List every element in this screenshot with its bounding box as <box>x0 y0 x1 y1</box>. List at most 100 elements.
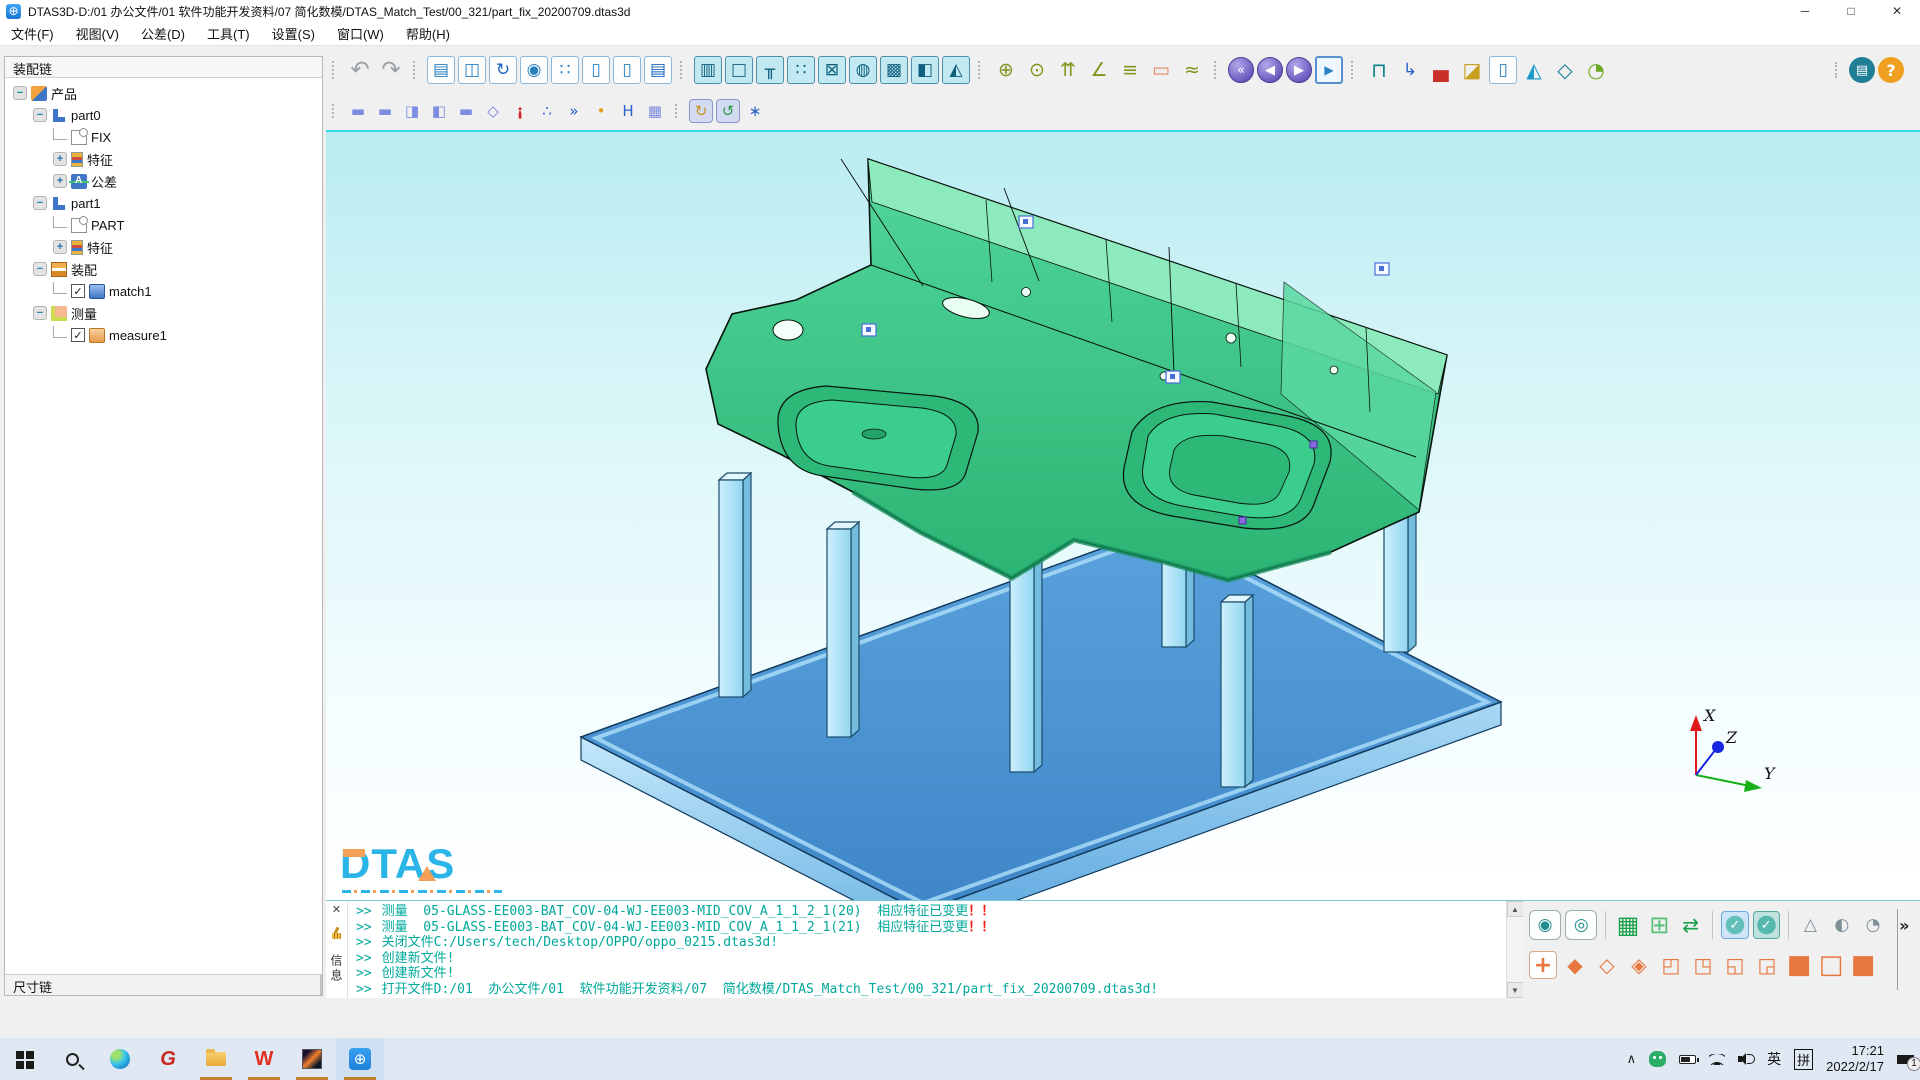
taskbar-gindows-button[interactable]: G <box>144 1038 192 1080</box>
doc-copy-icon[interactable]: ▯ <box>613 56 641 84</box>
menu-view[interactable]: 视图(V) <box>65 24 130 43</box>
battery-icon[interactable] <box>1679 1055 1696 1064</box>
tree-node-features-0[interactable]: +特征 <box>5 148 322 170</box>
view-planes-icon[interactable]: ◭ <box>942 56 970 84</box>
cube-solid-big-icon[interactable]: ■ <box>1785 951 1813 979</box>
chevron-flow-icon[interactable]: » <box>562 99 586 123</box>
maximize-button[interactable]: □ <box>1828 0 1874 22</box>
cube-face-sw-icon[interactable]: ◱ <box>1721 951 1749 979</box>
cube-sketch-icon[interactable]: ◇ <box>481 99 505 123</box>
fixture-leg[interactable] <box>1221 595 1253 787</box>
tree-node-measure[interactable]: −测量 <box>5 302 322 324</box>
expander-icon[interactable]: − <box>13 86 27 100</box>
ruler-icon[interactable]: ▭ <box>1147 56 1175 84</box>
play-forward-icon[interactable]: ▶ <box>1286 57 1312 83</box>
log-close-button[interactable]: ✕ <box>332 903 341 919</box>
view-mesh-icon[interactable]: ▩ <box>880 56 908 84</box>
tree-node-tolerance[interactable]: +公差 <box>5 170 322 192</box>
model-part-green[interactable] <box>706 159 1447 580</box>
quad-outline-icon[interactable]: ⊞ <box>1646 911 1673 939</box>
tree-node-part1[interactable]: −part1 <box>5 192 322 214</box>
view-points-icon[interactable]: ∷ <box>787 56 815 84</box>
doc-compare-icon[interactable]: ▯ <box>582 56 610 84</box>
tree-node-part0[interactable]: −part0 <box>5 104 322 126</box>
log-scrollbar[interactable]: ▲ ▼ <box>1506 901 1523 998</box>
clock[interactable]: 17:21 2022/2/17 <box>1826 1043 1884 1075</box>
info-circle-icon[interactable]: ▤ <box>1849 57 1875 83</box>
tree-node-product[interactable]: −产品 <box>5 82 322 104</box>
view-table-icon[interactable]: ╥ <box>756 56 784 84</box>
quad-swap-icon[interactable]: ⇄ <box>1677 911 1704 939</box>
taskbar-wps-button[interactable]: W <box>240 1038 288 1080</box>
menu-file[interactable]: 文件(F) <box>0 24 65 43</box>
more-chevron-icon[interactable]: » <box>1891 911 1918 939</box>
cube-face-nw-icon[interactable]: ◰ <box>1657 951 1685 979</box>
fixture-leg[interactable] <box>719 473 751 697</box>
save-all-icon[interactable]: ▤ <box>427 56 455 84</box>
clear-log-icon[interactable] <box>331 927 342 940</box>
minimize-button[interactable]: ─ <box>1782 0 1828 22</box>
hide-minus-icon[interactable]: ◎ <box>1565 910 1597 940</box>
primitive-shapes-icon[interactable]: △ <box>1797 911 1824 939</box>
scroll-down-button[interactable]: ▼ <box>1507 982 1524 998</box>
new-page-icon[interactable]: ▯ <box>1489 56 1517 84</box>
export-model-icon[interactable]: ◉ <box>520 56 548 84</box>
view-cavity-icon[interactable]: ▥ <box>694 56 722 84</box>
menu-tools[interactable]: 工具(T) <box>196 24 261 43</box>
tree-node-match1[interactable]: ✓match1 <box>5 280 322 302</box>
ime-language-indicator[interactable]: 英 <box>1767 1049 1781 1069</box>
expander-icon[interactable]: + <box>53 152 67 166</box>
menu-window[interactable]: 窗口(W) <box>326 24 395 43</box>
redo-icon[interactable]: ↷ <box>377 56 405 84</box>
notification-center-icon[interactable]: 1 <box>1897 1052 1914 1067</box>
table-import-icon[interactable]: ◨ <box>400 99 424 123</box>
measure-board-icon[interactable]: ◪ <box>1458 56 1486 84</box>
h-datum-icon[interactable]: H <box>616 99 640 123</box>
cube-face-top-icon[interactable]: ◈ <box>1625 951 1653 979</box>
scroll-up-button[interactable]: ▲ <box>1507 901 1524 917</box>
fixture-leg[interactable] <box>827 522 859 737</box>
taskbar-edge-button[interactable] <box>96 1038 144 1080</box>
cube-face-ne-icon[interactable]: ◳ <box>1689 951 1717 979</box>
close-button[interactable]: ✕ <box>1874 0 1920 22</box>
expander-icon[interactable]: − <box>33 262 47 276</box>
print-icon[interactable]: ◫ <box>458 56 486 84</box>
rotate-play-icon[interactable]: ◔ <box>1582 56 1610 84</box>
tree-node-part-ref[interactable]: PART <box>5 214 322 236</box>
expander-icon[interactable]: − <box>33 108 47 122</box>
taskbar-photos-button[interactable] <box>288 1038 336 1080</box>
wifi-icon[interactable] <box>1709 1054 1725 1065</box>
menu-settings[interactable]: 设置(S) <box>261 24 326 43</box>
flat-table-1-icon[interactable]: ▬ <box>346 99 370 123</box>
undo-icon[interactable]: ↶ <box>346 56 374 84</box>
play-screen-icon[interactable]: ▶ <box>1315 56 1343 84</box>
tree-node-assembly[interactable]: −装配 <box>5 258 322 280</box>
cube-wire-big-icon[interactable]: □ <box>1817 951 1845 979</box>
half-shapes-icon[interactable]: ◔ <box>1859 911 1886 939</box>
expander-icon[interactable]: − <box>33 196 47 210</box>
point-set-icon[interactable]: ∴ <box>535 99 559 123</box>
view-section-icon[interactable]: ⊠ <box>818 56 846 84</box>
move-point-icon[interactable]: ↳ <box>1396 56 1424 84</box>
skip-start-icon[interactable]: « <box>1228 57 1254 83</box>
viewport-3d[interactable]: DTAS X Z Y <box>326 130 1920 900</box>
dial-gauge-icon[interactable]: ⊕ <box>992 56 1020 84</box>
visibility-checkbox[interactable]: ✓ <box>71 328 85 342</box>
cube-face-se-icon[interactable]: ◲ <box>1753 951 1781 979</box>
expander-icon[interactable]: − <box>33 306 47 320</box>
report-icon[interactable]: ▤ <box>644 56 672 84</box>
visibility-checkbox[interactable]: ✓ <box>71 284 85 298</box>
locate-pin-icon[interactable]: ¡ <box>508 99 532 123</box>
view-frame-icon[interactable]: □ <box>725 56 753 84</box>
tree-node-measure1[interactable]: ✓measure1 <box>5 324 322 346</box>
quad-solid-icon[interactable]: ▦ <box>1614 911 1641 939</box>
tree-node-features-1[interactable]: +特征 <box>5 236 322 258</box>
wire-box-icon[interactable]: ◇ <box>1551 56 1579 84</box>
speaker-icon[interactable] <box>1738 1053 1754 1065</box>
stack-rotate-cw-icon[interactable]: ↻ <box>689 99 713 123</box>
help-circle-icon[interactable]: ? <box>1878 57 1904 83</box>
assembly-chain-header[interactable]: 装配链 <box>5 57 322 78</box>
cube-solid-2-icon[interactable]: ■ <box>1849 951 1877 979</box>
ime-pinyin-indicator[interactable]: 拼 <box>1794 1049 1813 1070</box>
expander-icon[interactable]: + <box>53 240 67 254</box>
